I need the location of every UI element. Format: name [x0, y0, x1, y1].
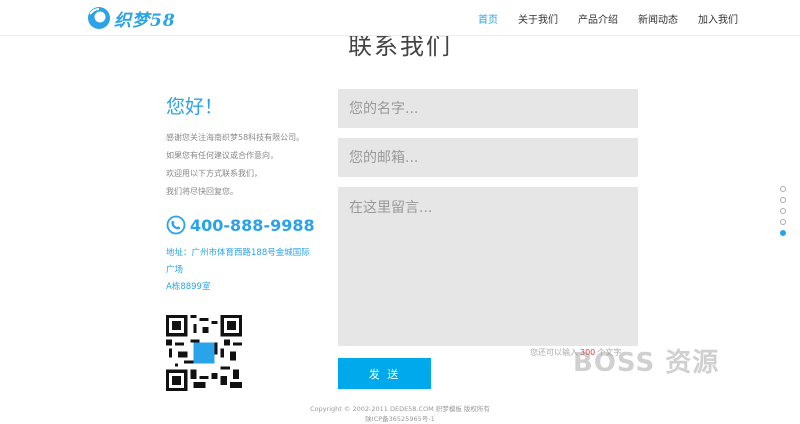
intro-text: 感谢您关注海南织梦58科技有限公司。 如果您有任何建议或合作意向， 欢迎用以下方…: [166, 129, 336, 201]
address-line: 广场: [166, 265, 184, 275]
nav-products[interactable]: 产品介绍: [578, 11, 618, 26]
intro-line: 如果您有任何建议或合作意向，: [166, 151, 278, 160]
phone-number: 400-888-9988: [190, 215, 315, 235]
intro-line: 感谢您关注海南织梦58科技有限公司。: [166, 133, 305, 142]
site-logo[interactable]: 织梦58: [86, 5, 176, 31]
address: 地址：广州市体育西路188号金城国际 广场 A栋8899室: [166, 245, 336, 296]
message-form: 您还可以输入300个文字 发 送: [338, 89, 638, 389]
address-line: 地址：广州市体育西路188号金城国际: [166, 248, 310, 258]
footer: Copyright © 2002-2011 DEDE58.COM 织梦模板 版权…: [0, 404, 800, 424]
logo-icon: [88, 7, 110, 29]
greeting: 您好！: [166, 96, 224, 118]
pager-dot[interactable]: [780, 219, 786, 225]
watermark-text: BOSS 资源: [573, 348, 720, 378]
intro-line: 我们将尽快回复您。: [166, 187, 238, 196]
intro-line: 欢迎用以下方式联系我们，: [166, 169, 262, 178]
qr-code-image: [166, 315, 242, 391]
name-input[interactable]: [338, 89, 638, 128]
counter-prefix: 您还可以输入: [530, 348, 578, 357]
phone-block: 400-888-9988: [166, 215, 336, 235]
phone-icon: [166, 215, 186, 235]
contact-info: 您好！ 感谢您关注海南织梦58科技有限公司。 如果您有任何建议或合作意向， 欢迎…: [166, 92, 336, 391]
pager-dot[interactable]: [780, 197, 786, 203]
send-button[interactable]: 发 送: [338, 358, 431, 389]
top-header: 织梦58 首页 关于我们 产品介绍 新闻动态 加入我们: [0, 0, 800, 36]
nav-home[interactable]: 首页: [478, 11, 498, 26]
pager-dot-active[interactable]: [780, 230, 786, 236]
icp-text: 陕ICP备36525965号-1: [365, 415, 435, 423]
address-line: A栋8899室: [166, 282, 211, 292]
logo-text: 织梦58: [114, 10, 176, 31]
pager-dot[interactable]: [780, 186, 786, 192]
email-input[interactable]: [338, 138, 638, 177]
message-textarea[interactable]: [338, 187, 638, 346]
main-nav: 首页 关于我们 产品介绍 新闻动态 加入我们: [458, 0, 738, 36]
nav-about[interactable]: 关于我们: [518, 11, 558, 26]
copyright-text: Copyright © 2002-2011 DEDE58.COM 织梦模板 版权…: [310, 405, 490, 413]
section-pager: [780, 186, 786, 241]
nav-news[interactable]: 新闻动态: [638, 11, 678, 26]
pager-dot[interactable]: [780, 208, 786, 214]
nav-join[interactable]: 加入我们: [698, 11, 738, 26]
